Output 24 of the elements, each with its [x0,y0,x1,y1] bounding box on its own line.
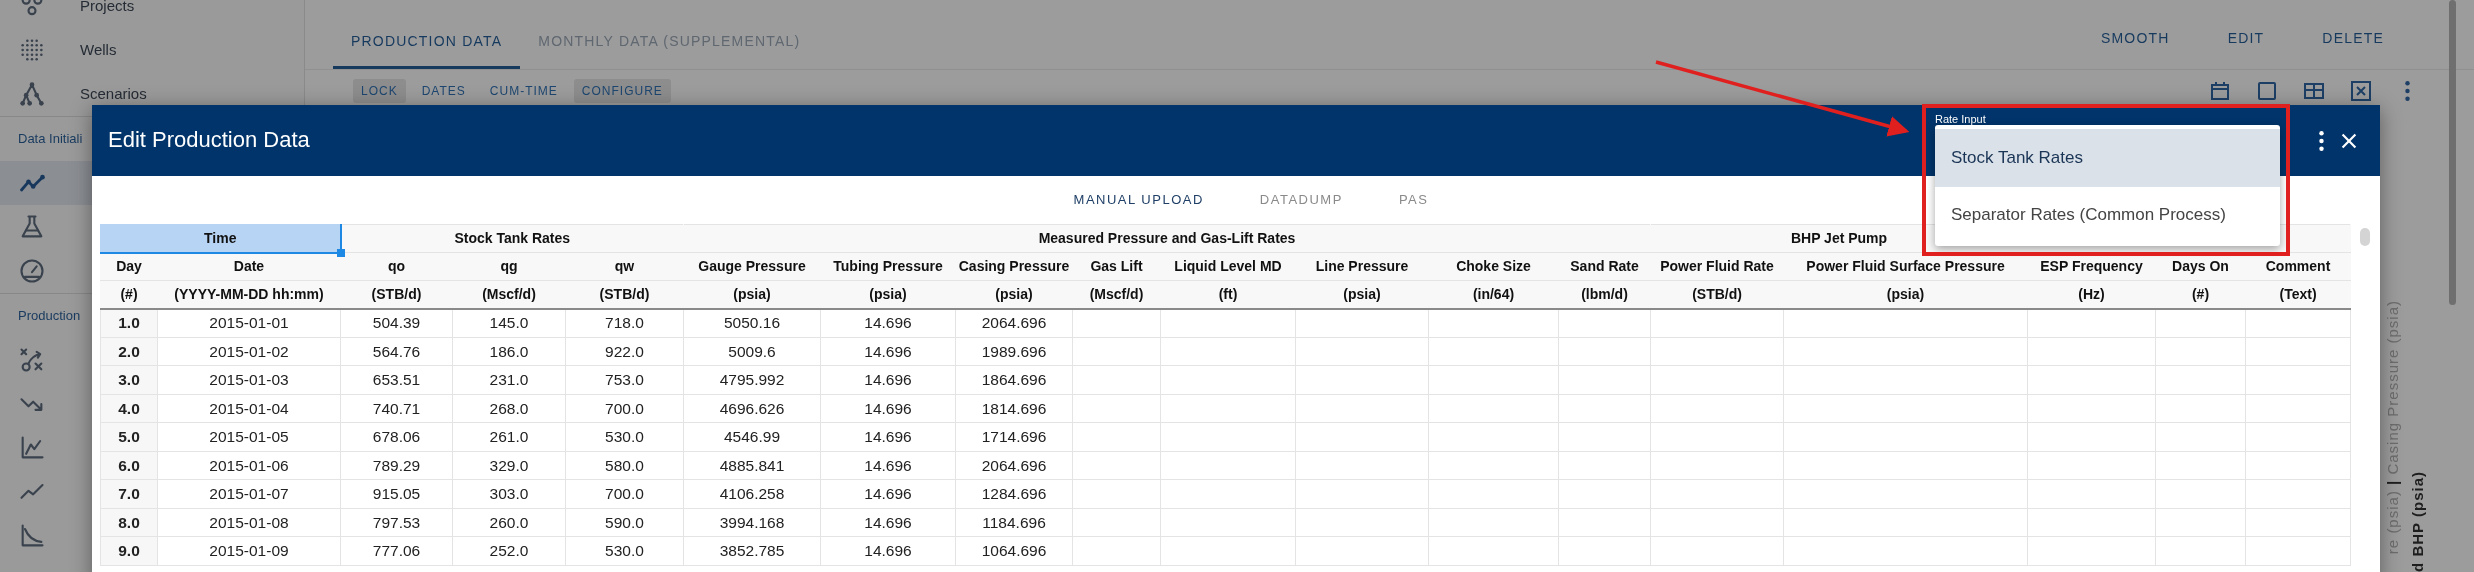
unit-label: (STB/d) [340,280,453,309]
axis-title: d BHP (psia) [2408,471,2426,572]
unit-label: (in/64) [1428,280,1559,309]
unit-label: (psia) [955,280,1073,309]
dialog-title: Edit Production Data [108,127,310,154]
unit-label: (YYYY-MM-DD hh:mm) [157,280,341,309]
unit-label: (STB/d) [565,280,684,309]
unit-label: (lbm/d) [1558,280,1651,309]
field-label: Rate Input [1935,112,1986,127]
unit-label: (ft) [1160,280,1296,309]
unit-label: (#) [100,280,158,309]
unit-label: (psia) [1783,280,2028,309]
section-heading: Production [18,307,81,326]
unit-label: (Text) [2245,280,2351,309]
unit-label: (#) [2155,280,2246,309]
unit-label: (psia) [1295,280,1429,309]
section-heading: Data Initiali [18,130,83,149]
unit-label: (psia) [683,280,821,309]
axis-title: | [2384,479,2401,485]
unit-label: (STB/d) [1650,280,1784,309]
unit-label: (Mscf/d) [1072,280,1161,309]
unit-label: (Mscf/d) [452,280,566,309]
unit-label: (psia) [820,280,956,309]
unit-label: (Hz) [2027,280,2156,309]
